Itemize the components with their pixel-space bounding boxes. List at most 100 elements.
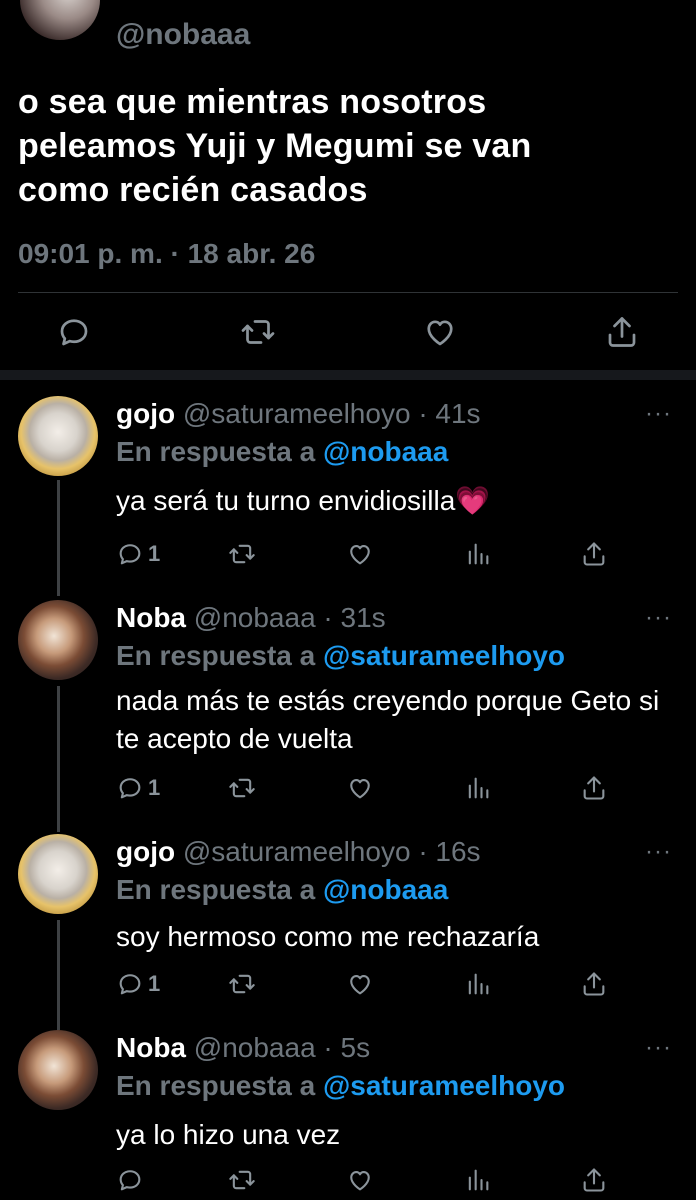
reply-button[interactable]: 1 — [116, 540, 160, 568]
reply-icon — [119, 778, 141, 799]
tweet-text-line: como recién casados — [18, 171, 368, 209]
tweet-timestamp[interactable]: 09:01 p. m. · 18 abr. 26 — [18, 238, 315, 270]
avatar[interactable] — [18, 834, 98, 914]
more-options-icon[interactable]: ··· — [645, 1034, 672, 1062]
like-button[interactable] — [422, 314, 458, 350]
reply-author-handle[interactable]: @nobaaa — [194, 602, 316, 633]
bar-chart-icon — [468, 1169, 489, 1191]
reply-context: En respuesta a @nobaaa — [116, 874, 448, 906]
reply-text: nada más te estás creyendo porque Geto s… — [116, 685, 660, 754]
reply-header: Noba @nobaaa · 5s — [116, 1032, 370, 1064]
reply-mention[interactable]: @nobaaa — [323, 874, 448, 905]
views-button[interactable] — [464, 540, 492, 568]
share-icon — [583, 1168, 605, 1192]
reply-icon — [60, 319, 88, 346]
like-button[interactable] — [346, 774, 374, 802]
reply-button[interactable] — [56, 314, 92, 350]
bar-chart-icon — [468, 777, 489, 799]
tweet-text-line: o sea que mientras nosotros — [18, 83, 487, 121]
retweet-button[interactable] — [228, 1166, 256, 1194]
avatar[interactable] — [18, 396, 98, 476]
share-button[interactable] — [580, 774, 608, 802]
reply-prefix: En respuesta a — [116, 1070, 316, 1101]
reply-context: En respuesta a @nobaaa — [116, 436, 448, 468]
share-button[interactable] — [580, 1166, 608, 1194]
reply-time: · 31s — [323, 602, 386, 633]
thread-line — [57, 920, 60, 1030]
share-icon — [583, 776, 605, 800]
heart-icon — [427, 320, 453, 346]
reply-header: gojo @saturameelhoyo · 16s — [116, 836, 481, 868]
reply-mention[interactable]: @nobaaa — [323, 436, 448, 467]
share-button[interactable] — [580, 970, 608, 998]
reply-text: ya lo hizo una vez — [116, 1119, 341, 1150]
reply-prefix: En respuesta a — [116, 436, 316, 467]
divider — [18, 292, 678, 293]
avatar[interactable] — [18, 600, 98, 680]
reply-author-name[interactable]: Noba — [116, 1032, 186, 1063]
heart-icon — [350, 779, 370, 799]
reply-author-name[interactable]: Noba — [116, 602, 186, 633]
retweet-icon — [229, 974, 255, 994]
avatar[interactable] — [18, 1030, 98, 1110]
bar-chart-icon — [468, 973, 489, 995]
reply-prefix: En respuesta a — [116, 874, 316, 905]
like-button[interactable] — [346, 970, 374, 998]
more-options-icon[interactable]: ··· — [645, 604, 672, 632]
share-icon — [583, 542, 605, 566]
thread-line — [57, 480, 60, 596]
heart-icon — [350, 975, 370, 995]
reply-header: gojo @saturameelhoyo · 41s — [116, 398, 481, 430]
section-separator — [0, 370, 696, 380]
reply-icon — [119, 1170, 141, 1191]
reply-button[interactable] — [116, 1166, 148, 1194]
reply-author-handle[interactable]: @nobaaa — [194, 1032, 316, 1063]
reply-author-name[interactable]: gojo — [116, 398, 175, 429]
share-button[interactable] — [580, 540, 608, 568]
reply-text: ya será tu turno envidiosilla💗 — [116, 485, 491, 516]
reply-header: Noba @nobaaa · 31s — [116, 602, 386, 634]
reply-time: · 5s — [323, 1032, 371, 1063]
share-button[interactable] — [604, 314, 640, 350]
tweet-text-line: peleamos Yuji y Megumi se van — [18, 127, 532, 165]
reply-author-handle[interactable]: @saturameelhoyo — [183, 836, 411, 867]
share-icon — [608, 317, 636, 347]
more-options-icon[interactable]: ··· — [645, 838, 672, 866]
views-button[interactable] — [464, 970, 492, 998]
reply-count: 1 — [148, 971, 161, 996]
retweet-button[interactable] — [228, 540, 256, 568]
reply-author-handle[interactable]: @saturameelhoyo — [183, 398, 411, 429]
views-button[interactable] — [464, 774, 492, 802]
reply-context: En respuesta a @saturameelhoyo — [116, 1070, 565, 1102]
reply-mention[interactable]: @saturameelhoyo — [323, 640, 565, 671]
reply-prefix: En respuesta a — [116, 640, 316, 671]
reply-count: 1 — [148, 541, 161, 566]
heart-icon — [350, 545, 370, 565]
avatar[interactable] — [20, 0, 100, 40]
share-icon — [583, 972, 605, 996]
more-options-icon[interactable]: ··· — [645, 400, 672, 428]
tweet-author-handle[interactable]: @nobaaa — [116, 18, 250, 52]
retweet-icon — [229, 1170, 255, 1190]
reply-context: En respuesta a @saturameelhoyo — [116, 640, 565, 672]
reply-count: 1 — [148, 775, 161, 800]
reply-text: soy hermoso como me rechazaría — [116, 921, 540, 952]
like-button[interactable] — [346, 540, 374, 568]
like-button[interactable] — [346, 1166, 374, 1194]
reply-button[interactable]: 1 — [116, 970, 160, 998]
reply-button[interactable]: 1 — [116, 774, 160, 802]
thread-line — [57, 686, 60, 832]
retweet-button[interactable] — [240, 314, 276, 350]
main-tweet: @nobaaa o sea que mientras nosotros pele… — [0, 0, 696, 370]
reply-author-name[interactable]: gojo — [116, 836, 175, 867]
retweet-button[interactable] — [228, 774, 256, 802]
heart-icon — [350, 1171, 370, 1191]
bar-chart-icon — [468, 543, 489, 565]
retweet-button[interactable] — [228, 970, 256, 998]
reply-time: · 41s — [418, 398, 481, 429]
reply-icon — [119, 974, 141, 995]
views-button[interactable] — [464, 1166, 492, 1194]
reply-time: · 16s — [418, 836, 481, 867]
reply-icon — [119, 544, 141, 565]
reply-mention[interactable]: @saturameelhoyo — [323, 1070, 565, 1101]
